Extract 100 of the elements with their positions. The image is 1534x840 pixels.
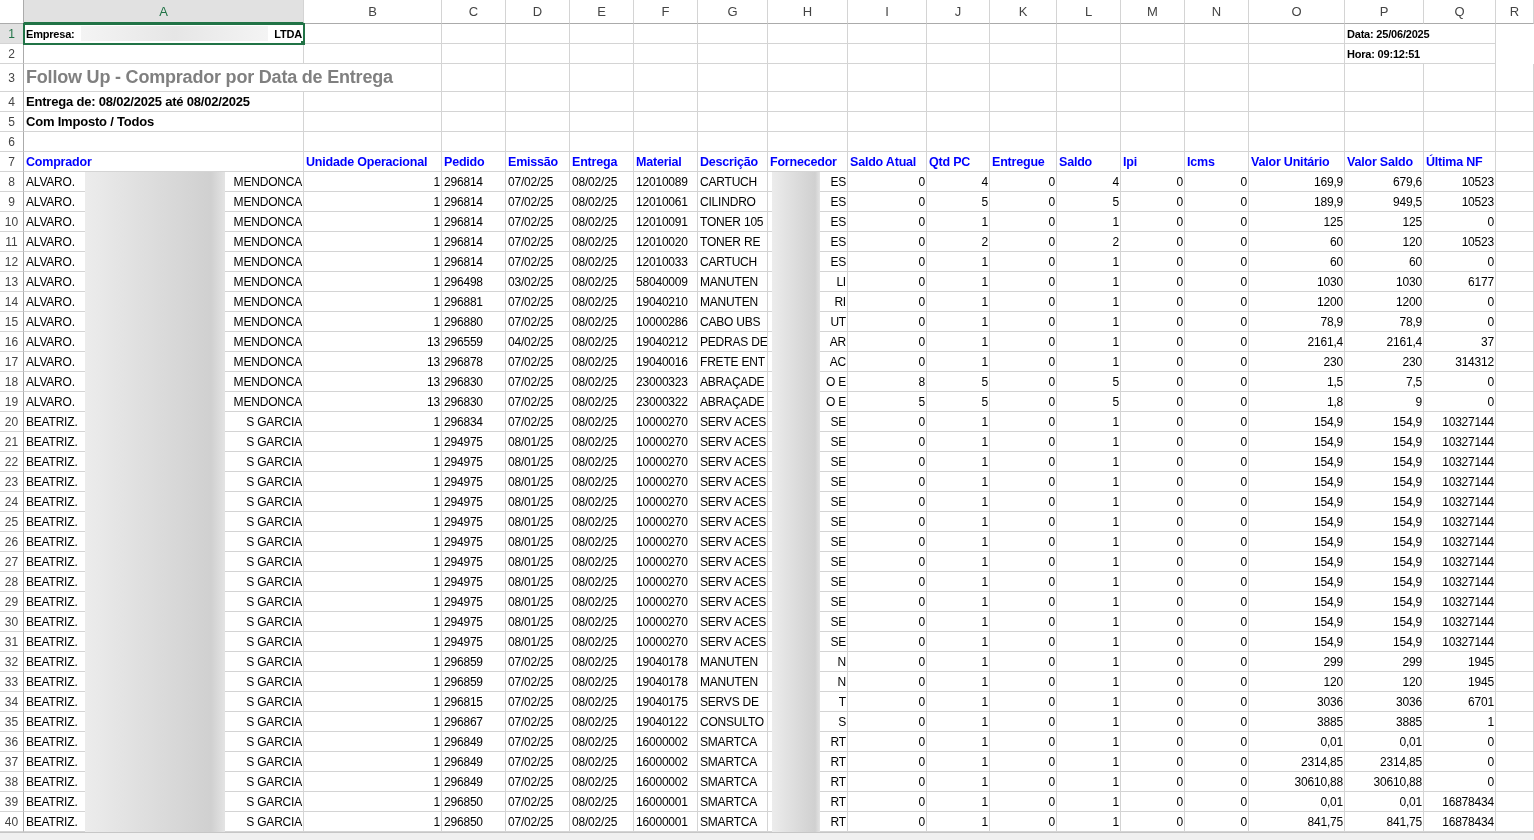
table-cell: 10327144	[1424, 612, 1496, 632]
table-cell: 154,9	[1249, 452, 1345, 472]
table-cell: PEDRAS DE	[698, 332, 768, 352]
table-cell: 3885	[1249, 712, 1345, 732]
select-all-corner[interactable]	[0, 0, 24, 24]
row-number[interactable]: 31	[0, 632, 24, 652]
row-number[interactable]: 36	[0, 732, 24, 752]
table-cell: 08/02/25	[570, 632, 634, 652]
column-letter[interactable]: B	[304, 0, 442, 24]
column-letter[interactable]: M	[1121, 0, 1185, 24]
buyer-name-end: MENDONCA	[233, 274, 302, 289]
buyer-name-start: BEATRIZ.	[26, 734, 78, 749]
column-letter[interactable]: R	[1496, 0, 1534, 24]
column-letter[interactable]: F	[634, 0, 698, 24]
row-number[interactable]: 6	[0, 132, 24, 152]
row-number[interactable]: 29	[0, 592, 24, 612]
row-number[interactable]: 8	[0, 172, 24, 192]
row-number[interactable]: 22	[0, 452, 24, 472]
table-cell: 154,9	[1345, 572, 1424, 592]
row-number[interactable]: 23	[0, 472, 24, 492]
column-letter[interactable]: L	[1057, 0, 1121, 24]
table-cell: 1	[927, 472, 990, 492]
row-number[interactable]: 14	[0, 292, 24, 312]
row-number[interactable]: 32	[0, 652, 24, 672]
column-letter[interactable]: Q	[1424, 0, 1496, 24]
table-cell: 0	[1121, 232, 1185, 252]
table-cell: 08/02/25	[570, 232, 634, 252]
column-letter[interactable]: H	[768, 0, 848, 24]
row-number[interactable]: 35	[0, 712, 24, 732]
row-number[interactable]: 16	[0, 332, 24, 352]
column-letter[interactable]: O	[1249, 0, 1345, 24]
row-number[interactable]: 19	[0, 392, 24, 412]
table-cell: 1	[927, 712, 990, 732]
row-number[interactable]: 17	[0, 352, 24, 372]
row-number[interactable]: 28	[0, 572, 24, 592]
table-cell: 08/02/25	[570, 752, 634, 772]
table-cell: 0	[1185, 212, 1249, 232]
column-letter[interactable]: A	[24, 0, 304, 24]
row-number[interactable]: 39	[0, 792, 24, 812]
row-number[interactable]: 33	[0, 672, 24, 692]
row-number[interactable]: 21	[0, 432, 24, 452]
row-number[interactable]: 4	[0, 92, 24, 112]
row-number[interactable]: 34	[0, 692, 24, 712]
row-number[interactable]: 9	[0, 192, 24, 212]
table-cell: 0	[1121, 772, 1185, 792]
row-number[interactable]: 7	[0, 152, 24, 172]
row-number[interactable]: 3	[0, 64, 24, 92]
row-number[interactable]: 13	[0, 272, 24, 292]
row-number[interactable]: 11	[0, 232, 24, 252]
empty-cell	[570, 24, 634, 44]
company-suffix: LTDA	[274, 27, 302, 40]
column-letter[interactable]: J	[927, 0, 990, 24]
row-number[interactable]: 40	[0, 812, 24, 832]
row-number[interactable]: 25	[0, 512, 24, 532]
empty-cell	[1057, 44, 1121, 64]
empty-cell	[1496, 512, 1534, 532]
column-letter[interactable]: I	[848, 0, 927, 24]
table-cell: 0	[1121, 332, 1185, 352]
column-letter[interactable]: E	[570, 0, 634, 24]
table-cell: 03/02/25	[506, 272, 570, 292]
column-letter[interactable]: G	[698, 0, 768, 24]
table-cell: 08/02/25	[570, 492, 634, 512]
row-number[interactable]: 12	[0, 252, 24, 272]
table-cell: 0	[1424, 252, 1496, 272]
table-cell: 0	[1424, 292, 1496, 312]
column-letter[interactable]: K	[990, 0, 1057, 24]
table-cell: 294975	[442, 452, 506, 472]
table-cell: 154,9	[1249, 492, 1345, 512]
row-number[interactable]: 5	[0, 112, 24, 132]
row-number[interactable]: 24	[0, 492, 24, 512]
column-letter[interactable]: D	[506, 0, 570, 24]
empty-cell	[570, 64, 634, 92]
row-number[interactable]: 15	[0, 312, 24, 332]
row-number[interactable]: 10	[0, 212, 24, 232]
table-cell: 5	[927, 192, 990, 212]
row-number[interactable]: 2	[0, 44, 24, 64]
row-number[interactable]: 20	[0, 412, 24, 432]
table-cell: 07/02/25	[506, 412, 570, 432]
delivery-range: Entrega de: 08/02/2025 até 08/02/2025	[26, 94, 250, 109]
selected-cell[interactable]: Empresa: LTDA	[24, 24, 304, 44]
column-letter[interactable]: N	[1185, 0, 1249, 24]
buyer-name-end: S GARCIA	[246, 794, 302, 809]
table-cell: 296867	[442, 712, 506, 732]
row-number[interactable]: 26	[0, 532, 24, 552]
row-number[interactable]: 30	[0, 612, 24, 632]
row-number[interactable]: 18	[0, 372, 24, 392]
table-cell: 04/02/25	[506, 332, 570, 352]
column-header: Última NF	[1426, 154, 1483, 169]
table-cell: 0	[1121, 532, 1185, 552]
buyer-name-start: BEATRIZ.	[26, 514, 78, 529]
table-cell: 0	[1424, 392, 1496, 412]
column-letter[interactable]: P	[1345, 0, 1424, 24]
row-number[interactable]: 38	[0, 772, 24, 792]
table-cell: SERV ACES	[698, 472, 768, 492]
column-letter[interactable]: C	[442, 0, 506, 24]
table-cell: 189,9	[1249, 192, 1345, 212]
row-number[interactable]: 1	[0, 24, 24, 44]
row-number[interactable]: 27	[0, 552, 24, 572]
row-number[interactable]: 37	[0, 752, 24, 772]
table-cell: 1	[1057, 252, 1121, 272]
